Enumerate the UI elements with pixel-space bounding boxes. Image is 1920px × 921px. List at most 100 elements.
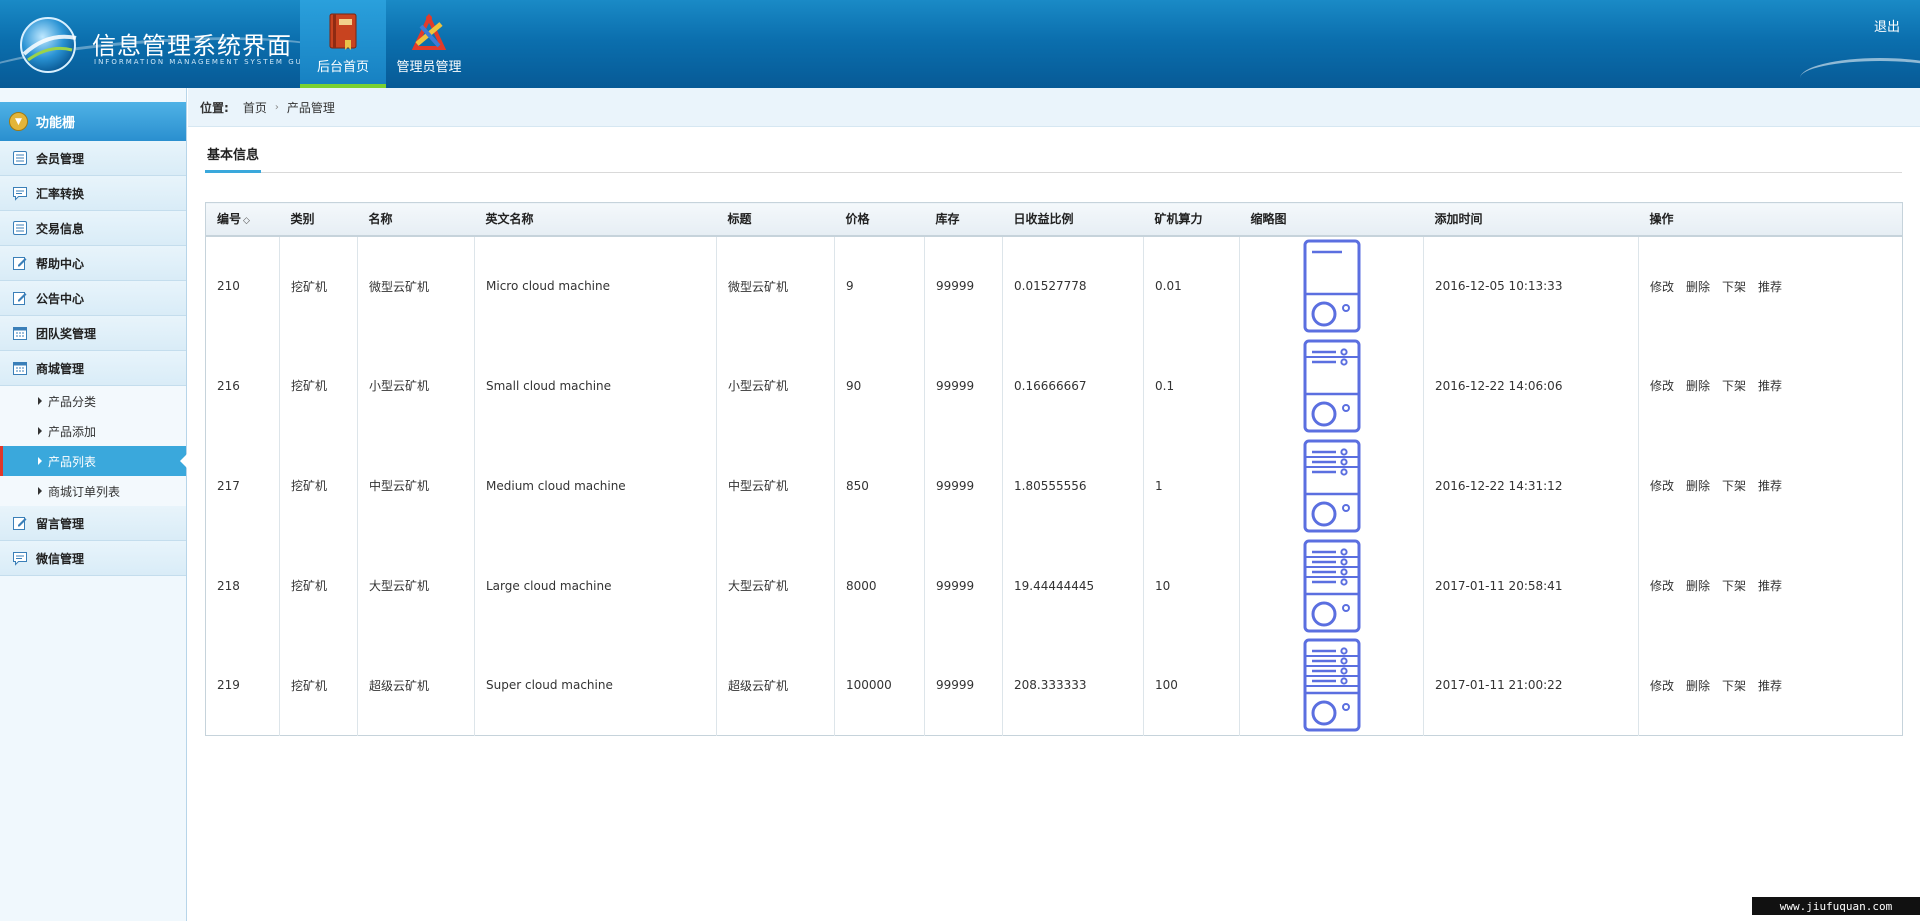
cell-name: 微型云矿机 — [357, 235, 475, 336]
unlist-link[interactable]: 下架 — [1722, 679, 1746, 693]
delete-link[interactable]: 删除 — [1686, 679, 1710, 693]
edit-link[interactable]: 修改 — [1650, 579, 1674, 593]
column-header-hashrate: 矿机算力 — [1143, 202, 1240, 237]
cell-added-time: 2016-12-22 14:31:12 — [1423, 435, 1639, 536]
sidebar-item-label: 交易信息 — [36, 221, 85, 236]
sidebar-item-label: 帮助中心 — [36, 256, 85, 271]
chat-icon — [13, 552, 27, 566]
sidebar-item-help[interactable]: 帮助中心 — [0, 246, 186, 281]
sidebar-item-team-bonus[interactable]: 团队奖管理 — [0, 316, 186, 351]
product-table-body: 210 挖矿机 微型云矿机 Micro cloud machine 微型云矿机 9 9999… — [205, 235, 1903, 736]
column-header-actions: 操作 — [1638, 202, 1903, 237]
sidebar-item-members[interactable]: 会员管理 — [0, 141, 186, 176]
edit-link[interactable]: 修改 — [1650, 280, 1674, 294]
cell-id: 218 — [205, 535, 280, 636]
edit-link[interactable]: 修改 — [1650, 679, 1674, 693]
cell-en-name: Micro cloud machine — [474, 235, 717, 336]
cell-hashrate: 100 — [1143, 635, 1240, 736]
sidebar-item-exchange[interactable]: 汇率转换 — [0, 176, 186, 211]
submenu-item-product-add[interactable]: 产品添加 — [0, 416, 186, 446]
sidebar-item-wechat[interactable]: 微信管理 — [0, 541, 186, 576]
delete-link[interactable]: 删除 — [1686, 479, 1710, 493]
cell-actions: 修改 删除 下架 推荐 — [1639, 436, 1903, 536]
tab-basic-info[interactable]: 基本信息 — [205, 146, 262, 173]
delete-link[interactable]: 删除 — [1686, 579, 1710, 593]
sidebar-item-transactions[interactable]: 交易信息 — [0, 211, 186, 246]
cell-added-time: 2017-01-11 21:00:22 — [1423, 635, 1639, 736]
cell-category: 挖矿机 — [279, 435, 358, 536]
cell-actions: 修改 删除 下架 推荐 — [1639, 636, 1903, 736]
cell-added-time: 2017-01-11 20:58:41 — [1423, 535, 1639, 636]
recommend-link[interactable]: 推荐 — [1758, 280, 1782, 294]
recommend-link[interactable]: 推荐 — [1758, 679, 1782, 693]
chevron-down-icon: ▼ — [9, 112, 28, 131]
chat-icon — [13, 187, 27, 201]
unlist-link[interactable]: 下架 — [1722, 479, 1746, 493]
cell-en-name: Medium cloud machine — [474, 435, 717, 536]
caret-right-icon — [38, 457, 42, 465]
site-watermark: www.jiufuquan.com — [1752, 897, 1920, 915]
submenu-item-mall-orders[interactable]: 商城订单列表 — [0, 476, 186, 506]
breadcrumb-separator: › — [274, 101, 279, 113]
submenu-item-product-category[interactable]: 产品分类 — [0, 386, 186, 416]
sidebar-item-announcements[interactable]: 公告中心 — [0, 281, 186, 316]
cell-price: 850 — [834, 435, 925, 536]
table-header-row: 编号 ◇ 类别 名称 英文名称 标题 价格 库存 日收益比例 矿机算力 缩略图 添… — [205, 202, 1903, 237]
cell-stock: 99999 — [924, 535, 1003, 636]
caret-right-icon — [38, 427, 42, 435]
logout-link[interactable]: 退出 — [1874, 16, 1900, 35]
delete-link[interactable]: 删除 — [1686, 280, 1710, 294]
cell-id: 217 — [205, 435, 280, 536]
sidebar-item-messages[interactable]: 留言管理 — [0, 506, 186, 541]
column-header-daily-ratio: 日收益比例 — [1002, 202, 1144, 237]
server-icon — [1303, 638, 1360, 732]
cell-en-name: Super cloud machine — [474, 635, 717, 736]
sort-icon[interactable]: ◇ — [243, 216, 250, 226]
sidebar-item-label: 公告中心 — [36, 291, 85, 306]
edit-link[interactable]: 修改 — [1650, 479, 1674, 493]
recommend-link[interactable]: 推荐 — [1758, 479, 1782, 493]
cell-category: 挖矿机 — [279, 635, 358, 736]
nav-tab-home-label: 后台首页 — [316, 60, 369, 75]
table-row: 217 挖矿机 中型云矿机 Medium cloud machine 中型云矿机 850 9… — [205, 435, 1903, 536]
cell-name: 大型云矿机 — [357, 535, 475, 636]
header-swoosh-decoration-right — [1800, 58, 1920, 88]
recommend-link[interactable]: 推荐 — [1758, 379, 1782, 393]
unlist-link[interactable]: 下架 — [1722, 280, 1746, 294]
breadcrumb-current[interactable]: 产品管理 — [287, 99, 335, 116]
delete-link[interactable]: 删除 — [1686, 379, 1710, 393]
cell-thumbnail — [1239, 435, 1424, 536]
sidebar-heading[interactable]: ▼ 功能栅 — [0, 102, 186, 141]
edit-link[interactable]: 修改 — [1650, 379, 1674, 393]
cell-price: 8000 — [834, 535, 925, 636]
cell-hashrate: 0.01 — [1143, 235, 1240, 336]
cell-id: 219 — [205, 635, 280, 736]
table-row: 219 挖矿机 超级云矿机 Super cloud machine 超级云矿机 10000… — [205, 635, 1903, 736]
nav-tab-admin[interactable]: 管理员管理 — [386, 0, 472, 88]
cell-price: 9 — [834, 235, 925, 336]
recommend-link[interactable]: 推荐 — [1758, 579, 1782, 593]
breadcrumb-label: 位置: — [200, 100, 229, 115]
breadcrumb-home-link[interactable]: 首页 — [243, 99, 267, 116]
sidebar: ▼ 功能栅 会员管理 汇率转换 交易信息 帮助中心 公告中心 团队奖管理 商城管… — [0, 88, 187, 921]
cell-stock: 99999 — [924, 235, 1003, 336]
column-header-id[interactable]: 编号 ◇ — [205, 202, 280, 237]
cell-thumbnail — [1239, 335, 1424, 436]
breadcrumb: 位置: 首页 › 产品管理 — [188, 88, 1920, 127]
cell-thumbnail — [1239, 235, 1424, 336]
cell-daily-ratio: 1.80555556 — [1002, 435, 1144, 536]
unlist-link[interactable]: 下架 — [1722, 379, 1746, 393]
app-subtitle: INFORMATION MANAGEMENT SYSTEM GUI — [94, 58, 307, 66]
sidebar-item-label: 团队奖管理 — [36, 326, 97, 341]
table-row: 216 挖矿机 小型云矿机 Small cloud machine 小型云矿机 90 999… — [205, 335, 1903, 436]
server-icon — [1303, 439, 1360, 532]
column-header-added-time: 添加时间 — [1423, 202, 1639, 237]
tools-icon — [411, 13, 447, 50]
sidebar-item-mall[interactable]: 商城管理 — [0, 351, 186, 386]
section-tab-bar: 基本信息 — [205, 146, 1902, 173]
cell-stock: 99999 — [924, 635, 1003, 736]
nav-tab-home[interactable]: 后台首页 — [300, 0, 386, 88]
unlist-link[interactable]: 下架 — [1722, 579, 1746, 593]
submenu-item-product-list[interactable]: 产品列表 — [0, 446, 187, 476]
cell-added-time: 2016-12-22 14:06:06 — [1423, 335, 1639, 436]
